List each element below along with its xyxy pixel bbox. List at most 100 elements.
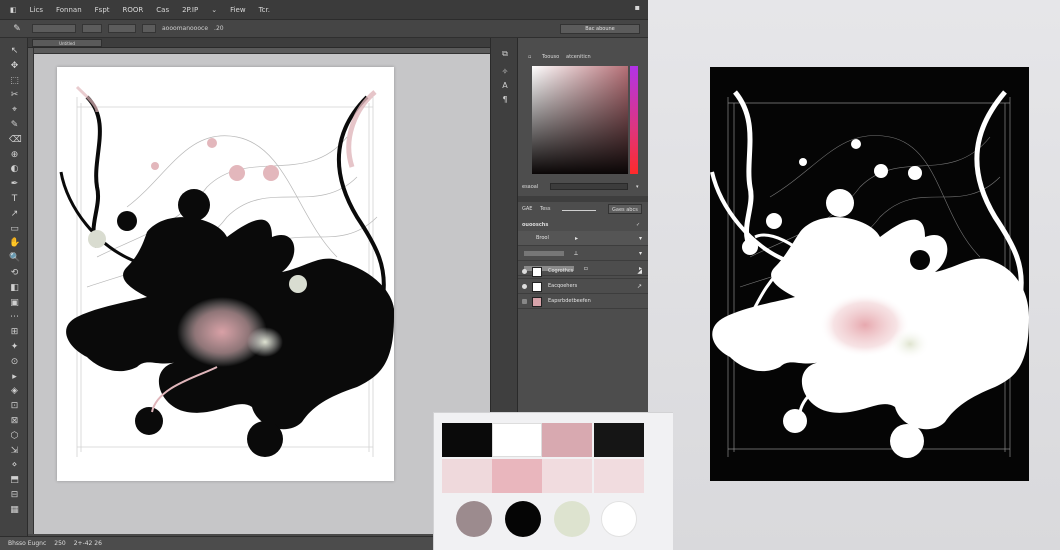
brush-panel-icon[interactable]: ✧ (499, 66, 511, 77)
crop-icon[interactable]: ⌖ (9, 105, 20, 116)
link-icon[interactable]: ⟂ (574, 246, 578, 261)
layer-name[interactable]: Eacqoehers (548, 279, 577, 294)
dropdown-icon[interactable]: ⌄ (211, 6, 217, 14)
menu-item-5[interactable]: Cas (156, 6, 169, 14)
type-icon[interactable]: T (9, 194, 20, 205)
blur-icon[interactable]: ✦ (9, 342, 20, 353)
circle-swatch-3[interactable] (554, 501, 590, 537)
layers-menu-icon[interactable]: ✓ (636, 220, 640, 230)
layer-arrow-icon[interactable]: ↗ (637, 279, 642, 294)
more-tools-icon[interactable]: ⋯ (9, 312, 20, 323)
menu-item-3[interactable]: Fspt (95, 6, 110, 14)
document-tab[interactable]: Untitled (32, 39, 102, 47)
diamond-icon[interactable]: ⋄ (9, 460, 20, 471)
marquee-icon[interactable]: ⬚ (9, 76, 20, 87)
panel-menu-icon[interactable]: ▾ (636, 182, 639, 192)
move-tool-icon[interactable]: ↖ (9, 46, 20, 57)
brush-tool-icon[interactable]: ✎ (8, 22, 26, 36)
menu-item-1[interactable]: Lics (30, 6, 43, 14)
layer-row-2[interactable]: Eacqoehers ↗ (518, 279, 648, 294)
forward-icon[interactable]: ▸ (9, 372, 20, 383)
hex-input[interactable] (550, 183, 628, 190)
layers-tab-1[interactable]: Tess (540, 204, 551, 214)
swatch-7[interactable] (542, 459, 592, 493)
blend-mode-row[interactable]: Brool ▸ ▾ (518, 231, 648, 246)
flow-field[interactable] (142, 24, 156, 33)
menu-item-6[interactable]: 2P.IP (182, 6, 198, 14)
layer-name[interactable]: Eapsrbdetbeefen (548, 294, 591, 309)
color-panel-tab[interactable]: ▫ (528, 52, 531, 62)
visibility-icon[interactable] (522, 299, 527, 304)
swatch-3[interactable] (542, 423, 592, 457)
swatch-1[interactable] (442, 423, 492, 457)
color-picker-field[interactable] (532, 66, 628, 174)
zoom-level[interactable]: 250 (54, 540, 65, 547)
stamp-icon[interactable]: ◧ (9, 283, 20, 294)
character-icon[interactable]: A (499, 80, 511, 91)
pen-icon[interactable]: ✒ (9, 179, 20, 190)
transform-icon[interactable]: ⇲ (9, 446, 20, 457)
mode-field[interactable] (82, 24, 102, 33)
slice-icon[interactable]: ⊞ (9, 327, 20, 338)
heal-icon[interactable]: ⊕ (9, 150, 20, 161)
path-select-icon[interactable]: ↗ (9, 209, 20, 220)
history-brush-icon[interactable]: ⟲ (9, 268, 20, 279)
polygon-icon[interactable]: ⬡ (9, 431, 20, 442)
menu-item-2[interactable]: Fonnan (56, 6, 82, 14)
brush-size-field[interactable] (32, 24, 76, 33)
document-artwork[interactable] (57, 67, 395, 481)
swatch-2[interactable] (492, 423, 542, 457)
lasso-icon[interactable]: ✂ (9, 90, 20, 101)
fill-icon[interactable]: ⬒ (9, 475, 20, 486)
pattern-icon[interactable]: ◈ (9, 386, 20, 397)
eraser-icon[interactable]: ⌫ (9, 135, 22, 146)
visibility-icon[interactable] (522, 269, 527, 274)
swatch-5[interactable] (442, 459, 492, 493)
ps-logo-icon[interactable]: ◧ (10, 6, 17, 14)
layer-row-1[interactable]: Cogrothcs ◢ (518, 264, 648, 279)
dodge-icon[interactable]: ◐ (9, 164, 20, 175)
layers-header[interactable]: GAE (522, 204, 532, 214)
layer-brush-icon[interactable]: ◢ (637, 264, 642, 279)
color-tab-1[interactable]: Toouso (542, 52, 559, 62)
visibility-icon[interactable] (522, 284, 527, 289)
ruler-top[interactable] (28, 48, 490, 54)
menu-item-7[interactable]: Fiew (230, 6, 246, 14)
lock-icon[interactable]: ▸ (575, 231, 578, 246)
screen-mode-icon[interactable]: ▦ (9, 505, 20, 516)
circle-swatch-1[interactable] (456, 501, 492, 537)
brush-icon[interactable]: ✎ (9, 120, 20, 131)
circle-swatch-4[interactable] (601, 501, 637, 537)
menu-item-8[interactable]: Tcr. (259, 6, 270, 14)
layer-row-3[interactable]: Eapsrbdetbeefen (518, 294, 648, 309)
options-text[interactable]: aooomanoooce (162, 25, 208, 32)
artboard-icon[interactable]: ✥ (9, 61, 20, 72)
gradient-icon[interactable]: ▣ (9, 298, 20, 309)
color-tab-2[interactable]: atceniticn (566, 52, 591, 62)
paragraph-icon[interactable]: ¶ (499, 94, 511, 105)
frame-icon[interactable]: ⊡ (9, 401, 20, 412)
eyedropper-icon[interactable]: ⊙ (9, 357, 20, 368)
layer-name[interactable]: Cogrothcs (548, 264, 573, 279)
opacity-row[interactable]: ⟂ ▾ (518, 246, 648, 261)
zoom-icon[interactable]: 🔍 (9, 253, 20, 264)
opacity-slider[interactable] (524, 251, 564, 256)
hand-icon[interactable]: ✋ (9, 238, 20, 249)
history-icon[interactable]: ⧉ (499, 48, 511, 59)
dropdown-arrow-icon[interactable]: ▾ (639, 231, 642, 246)
swatch-6[interactable] (492, 459, 542, 493)
circle-swatch-2[interactable] (505, 501, 541, 537)
menu-item-4[interactable]: ROOR (123, 6, 144, 14)
hue-slider[interactable] (630, 66, 638, 174)
swatch-8[interactable] (594, 459, 644, 493)
workspace-select[interactable]: Bac aboune (560, 24, 640, 34)
layers-tab-2[interactable]: Gaes abcs (608, 204, 642, 214)
mask-icon[interactable]: ⊟ (9, 490, 20, 501)
ruler-left[interactable] (28, 48, 34, 534)
grid-icon[interactable]: ⊠ (9, 416, 20, 427)
shape-icon[interactable]: ▭ (9, 224, 20, 235)
row-dropdown-icon[interactable]: ▾ (639, 246, 642, 261)
swatch-4[interactable] (594, 423, 644, 457)
window-control-icon[interactable]: ▪ (635, 3, 640, 12)
opacity-field[interactable] (108, 24, 136, 33)
